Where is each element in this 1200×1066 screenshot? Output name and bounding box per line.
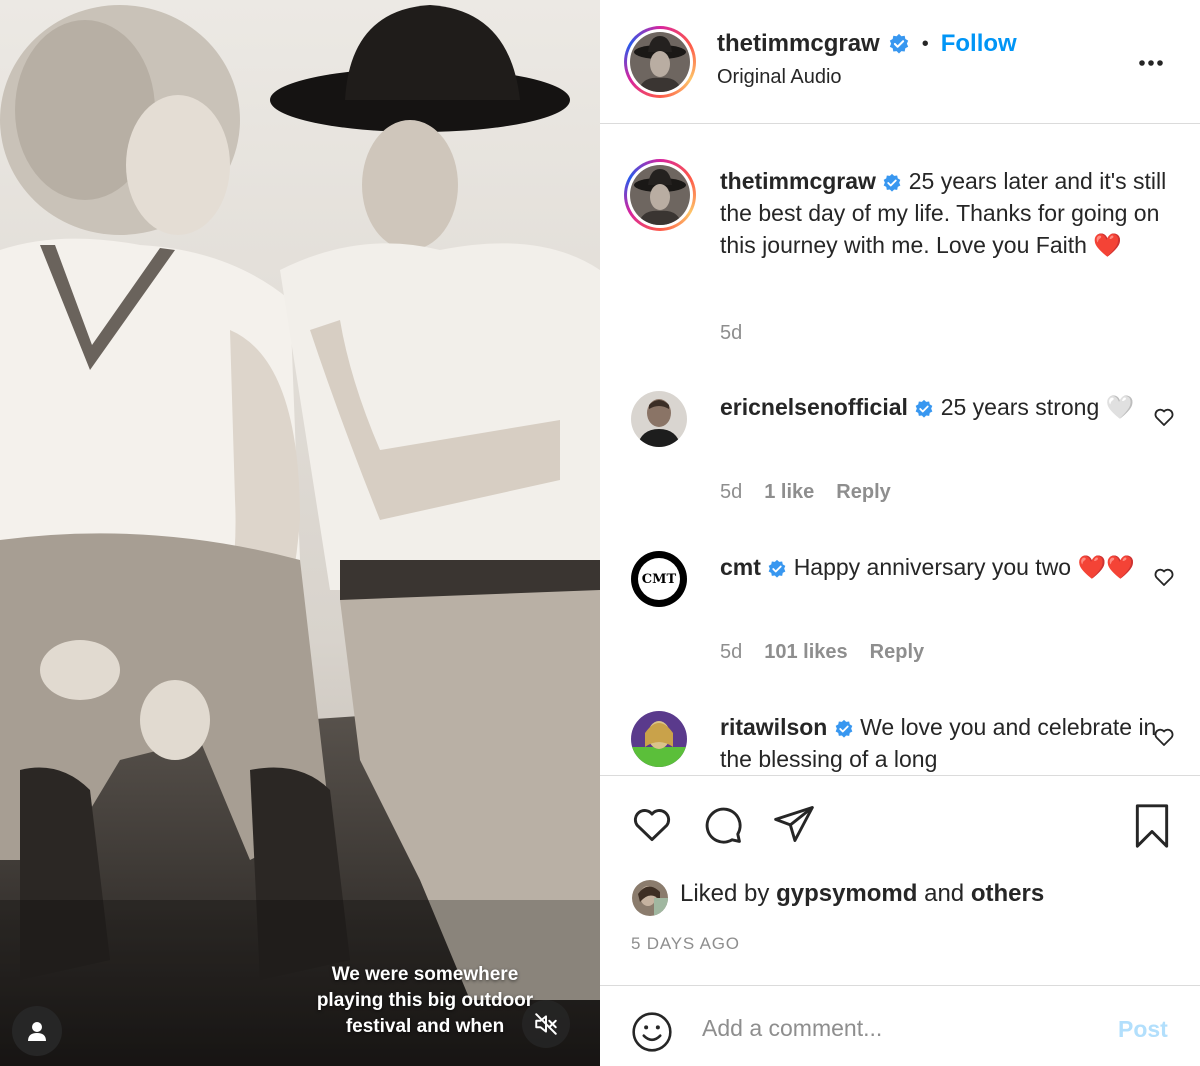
caption-username[interactable]: thetimmcgraw <box>720 168 876 194</box>
avatar <box>630 32 690 92</box>
verified-badge-icon <box>835 719 853 738</box>
comment-body: 25 years strong <box>940 394 1100 420</box>
verified-badge-icon <box>768 559 786 578</box>
comment-item: ritawilson We love you and celebrate in … <box>600 705 1200 775</box>
comment-time[interactable]: 5d <box>720 641 742 664</box>
verified-badge-icon <box>889 33 908 54</box>
cmt-logo: CMT <box>641 571 677 587</box>
heart-icon[interactable] <box>1152 565 1176 589</box>
comment-input[interactable] <box>702 1012 1082 1044</box>
follow-button[interactable]: Follow <box>941 30 1017 58</box>
avatar[interactable]: CMT <box>631 551 687 607</box>
story-ring[interactable] <box>624 26 696 98</box>
post-date[interactable]: 5 DAYS AGO <box>631 934 740 954</box>
post-media[interactable]: We were somewhere playing this big outdo… <box>0 0 600 1066</box>
reply-button[interactable]: Reply <box>870 641 924 664</box>
smiley-icon[interactable] <box>630 1010 674 1054</box>
verified-badge-icon <box>915 399 933 418</box>
comment-item: ericnelsenofficial 25 years strong 🤍 5d … <box>600 385 1200 525</box>
bookmark-icon[interactable] <box>1130 802 1174 850</box>
heart-icon[interactable] <box>1152 725 1176 749</box>
liked-others-link[interactable]: others <box>971 880 1044 907</box>
separator-dot: • <box>921 32 929 55</box>
reply-button[interactable]: Reply <box>836 481 890 504</box>
comment-meta: 5d 1 like Reply <box>720 481 891 504</box>
audio-label[interactable]: Original Audio <box>717 66 842 89</box>
more-options-button[interactable] <box>1136 48 1166 83</box>
avatar[interactable] <box>631 711 687 767</box>
post-caption: thetimmcgraw 25 years later and it's sti… <box>600 125 1200 365</box>
heart-icon[interactable] <box>630 802 674 846</box>
avatar[interactable] <box>631 391 687 447</box>
heart-icon[interactable] <box>1152 405 1176 429</box>
comment-item: CMT cmt Happy anniversary you two ❤️❤️ 5… <box>600 545 1200 685</box>
send-icon[interactable] <box>772 802 816 846</box>
comment-username[interactable]: ericnelsenofficial <box>720 394 908 420</box>
avatar <box>630 165 690 225</box>
comment-meta: 5d 101 likes Reply <box>720 641 924 664</box>
comment-text: ritawilson We love you and celebrate in … <box>720 711 1180 775</box>
comment-text: ericnelsenofficial 25 years strong 🤍 <box>720 391 1180 423</box>
caption-meta: 5d <box>720 322 742 345</box>
post-comment-button[interactable]: Post <box>1118 1016 1168 1043</box>
verified-badge-icon <box>883 173 901 192</box>
caption-story-ring[interactable] <box>624 159 696 231</box>
heart-emoji: ❤️ <box>1093 232 1122 258</box>
header-name-row: thetimmcgraw • Follow <box>717 30 1017 58</box>
comment-text: cmt Happy anniversary you two ❤️❤️ <box>720 551 1180 583</box>
add-comment-bar: Post <box>600 985 1200 1066</box>
caption-text: thetimmcgraw 25 years later and it's sti… <box>720 165 1180 261</box>
user-icon <box>28 1022 46 1041</box>
mute-button[interactable] <box>522 1000 570 1048</box>
comment-body: Happy anniversary you two <box>793 554 1072 580</box>
white-heart-emoji: 🤍 <box>1105 394 1135 420</box>
liked-user-link[interactable]: gypsymomd <box>776 880 917 907</box>
liked-prefix: Liked by <box>680 880 770 907</box>
avatar[interactable] <box>632 880 668 916</box>
tagged-users-button[interactable] <box>12 1006 62 1056</box>
liked-and: and <box>924 880 965 907</box>
caption-line: We were somewhere <box>331 964 519 985</box>
comment-time[interactable]: 5d <box>720 481 742 504</box>
comment-likes[interactable]: 101 likes <box>764 641 847 664</box>
caption-time[interactable]: 5d <box>720 322 742 345</box>
post-header: thetimmcgraw • Follow Original Audio <box>600 0 1200 124</box>
comment-username[interactable]: cmt <box>720 554 761 580</box>
post-photo <box>0 0 600 1066</box>
comments-list[interactable]: thetimmcgraw 25 years later and it's sti… <box>600 125 1200 775</box>
post-actions: Liked by gypsymomd and others 5 DAYS AGO <box>600 775 1200 985</box>
comment-username[interactable]: ritawilson <box>720 714 827 740</box>
post-author-username[interactable]: thetimmcgraw <box>717 30 880 58</box>
comment-icon[interactable] <box>700 802 744 846</box>
post-details-panel: thetimmcgraw • Follow Original Audio the… <box>600 0 1200 1066</box>
more-options-icon <box>1139 60 1163 66</box>
heart-emoji: ❤️❤️ <box>1077 554 1135 580</box>
speaker-muted-icon <box>535 1013 557 1035</box>
liked-by-text: Liked by gypsymomd and others <box>680 880 1044 908</box>
comment-likes[interactable]: 1 like <box>764 481 814 504</box>
